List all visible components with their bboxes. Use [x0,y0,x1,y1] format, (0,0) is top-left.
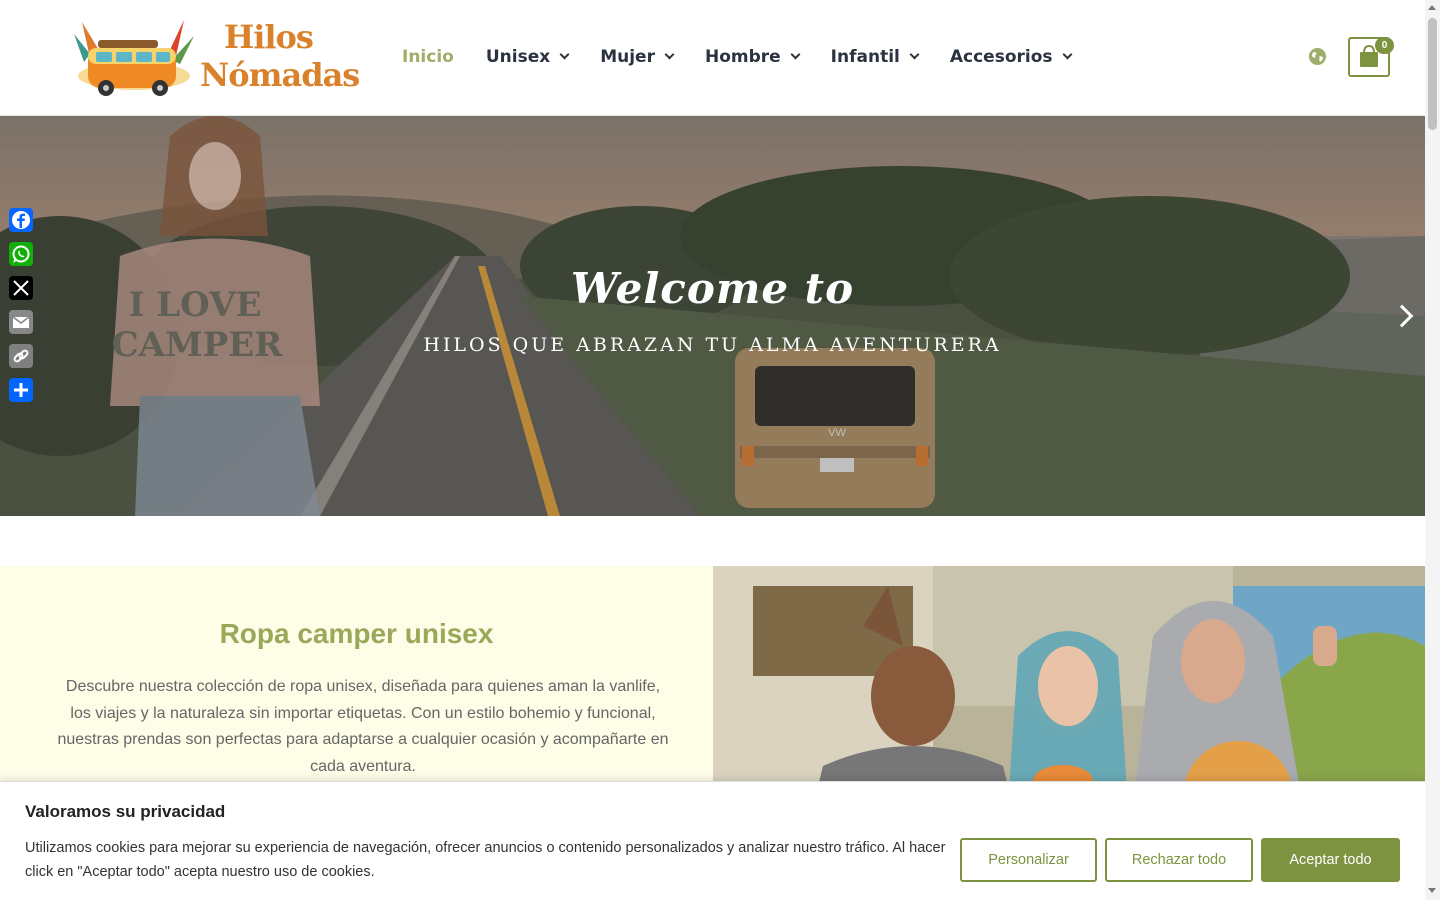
social-share-bar [9,208,33,412]
page-scrollbar[interactable] [1425,0,1440,900]
globe-icon[interactable] [1308,47,1327,66]
facebook-share-button[interactable] [9,208,33,232]
people-camper-photo [713,566,1425,806]
hero-background-image: VW I LOVE CAMPER [0,116,1425,516]
whatsapp-icon [12,245,30,263]
nav-item-label: Hombre [704,47,781,67]
whatsapp-share-button[interactable] [9,242,33,266]
logo-line-2: Nómadas [200,56,360,94]
x-share-button[interactable] [9,276,33,300]
chevron-down-icon [909,49,920,60]
email-share-button[interactable] [9,310,33,334]
logo-wordmark: Hilos Nómadas [200,18,360,94]
scroll-down-icon[interactable] [1428,888,1436,893]
scroll-up-icon[interactable] [1428,5,1436,10]
unisex-section-text: Ropa camper unisex Descubre nuestra cole… [0,566,713,806]
site-header: Hilos Nómadas Inicio Unisex Mujer Hombre… [0,0,1425,116]
logo-line-1: Hilos [224,18,314,56]
cookie-consent-banner: Valoramos su privacidad Utilizamos cooki… [0,781,1425,900]
copy-link-button[interactable] [9,344,33,368]
accept-all-button[interactable]: Aceptar todo [1261,838,1400,882]
chevron-down-icon [790,49,801,60]
cookie-text: Utilizamos cookies para mejorar su exper… [25,840,946,880]
site-logo[interactable]: Hilos Nómadas [72,14,360,100]
nav-item-label: Infantil [830,47,900,67]
scrollbar-thumb[interactable] [1428,18,1437,130]
nav-item-infantil[interactable]: Infantil [830,44,920,70]
nav-item-unisex[interactable]: Unisex [485,44,570,70]
nav-item-hombre[interactable]: Hombre [704,44,801,70]
section-title: Ropa camper unisex [219,618,494,649]
chevron-down-icon [664,49,675,60]
unisex-section-image [713,566,1425,806]
customize-cookies-button[interactable]: Personalizar [960,838,1097,882]
hero-title: Welcome to [570,264,855,313]
nav-item-label: Unisex [485,47,551,67]
hero-subtitle: HILOS QUE ABRAZAN TU ALMA AVENTURERA [423,334,1002,356]
reject-all-button[interactable]: Rechazar todo [1105,838,1253,882]
camper-van-logo-graphic [74,20,194,96]
nav-item-label: Inicio [402,47,454,67]
email-icon [12,316,30,328]
nav-item-label: Mujer [600,47,655,67]
chevron-down-icon [559,49,570,60]
facebook-icon [12,211,30,229]
section-description: Descubre nuestra colección de ropa unise… [57,678,669,775]
hero-slider: VW I LOVE CAMPER Welcome to HILOS QUE AB… [0,116,1425,516]
x-icon [13,280,29,296]
cart-count-badge: 0 [1375,37,1394,54]
cookie-title: Valoramos su privacidad [25,802,226,821]
chevron-down-icon [1062,49,1072,60]
nav-item-accesorios[interactable]: Accesorios [949,44,1072,70]
main-nav: Inicio Unisex Mujer Hombre Infantil Acce… [402,44,1103,70]
nav-item-mujer[interactable]: Mujer [600,44,675,70]
link-icon [13,349,29,363]
share-more-button[interactable] [9,378,33,402]
nav-item-inicio[interactable]: Inicio [402,44,454,70]
nav-item-label: Accesorios [949,47,1053,67]
plus-icon [14,383,28,397]
